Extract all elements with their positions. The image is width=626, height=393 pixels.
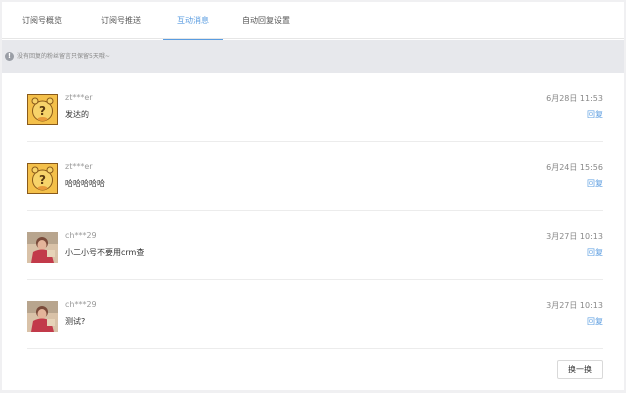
message-content: 测试? [65, 317, 86, 326]
tab-auto-reply-settings[interactable]: 自动回复设置 [228, 2, 304, 39]
cartoon-mascot-avatar[interactable]: ? [27, 94, 58, 125]
message-content: 哈哈哈哈哈 [65, 179, 105, 188]
svg-text:?: ? [39, 104, 46, 118]
sender-name: ch***29 [65, 231, 97, 240]
reply-link[interactable]: 回复 [587, 247, 603, 258]
reply-link[interactable]: 回复 [587, 316, 603, 327]
svg-text:?: ? [39, 173, 46, 187]
tab-bar: 订阅号概览 订阅号推送 互动消息 自动回复设置 [2, 2, 624, 40]
message-time: 6月24日 15:56 [546, 163, 603, 172]
tab-interactive-messages[interactable]: 互动消息 [163, 2, 223, 40]
tab-push[interactable]: 订阅号推送 [86, 2, 156, 39]
message-item: ch***29 小二小号不要用crm查 3月27日 10:13 回复 [27, 212, 603, 280]
tab-overview[interactable]: 订阅号概览 [4, 2, 80, 39]
photo-avatar[interactable] [27, 232, 58, 263]
notice-text: 没有回复的粉丝留言只保留5天哦~ [17, 53, 110, 60]
message-item: ? zt***er 发达的 6月28日 11:53 回复 [27, 74, 603, 142]
message-item: ch***29 测试? 3月27日 10:13 回复 [27, 281, 603, 349]
message-content: 发达的 [65, 110, 89, 119]
sender-name: ch***29 [65, 300, 97, 309]
main-panel: 订阅号概览 订阅号推送 互动消息 自动回复设置 ! 没有回复的粉丝留言只保留5天… [2, 2, 624, 390]
sender-name: zt***er [65, 162, 93, 171]
reply-link[interactable]: 回复 [587, 109, 603, 120]
refresh-button[interactable]: 换一换 [557, 360, 603, 379]
message-time: 6月28日 11:53 [546, 94, 603, 103]
message-item: ? zt***er 哈哈哈哈哈 6月24日 15:56 回复 [27, 143, 603, 211]
reply-link[interactable]: 回复 [587, 178, 603, 189]
message-content: 小二小号不要用crm查 [65, 248, 145, 257]
message-time: 3月27日 10:13 [546, 301, 603, 310]
message-time: 3月27日 10:13 [546, 232, 603, 241]
cartoon-mascot-avatar[interactable]: ? [27, 163, 58, 194]
photo-avatar[interactable] [27, 301, 58, 332]
sender-name: zt***er [65, 93, 93, 102]
notice-bar: ! 没有回复的粉丝留言只保留5天哦~ [2, 40, 624, 73]
info-icon: ! [5, 52, 14, 61]
